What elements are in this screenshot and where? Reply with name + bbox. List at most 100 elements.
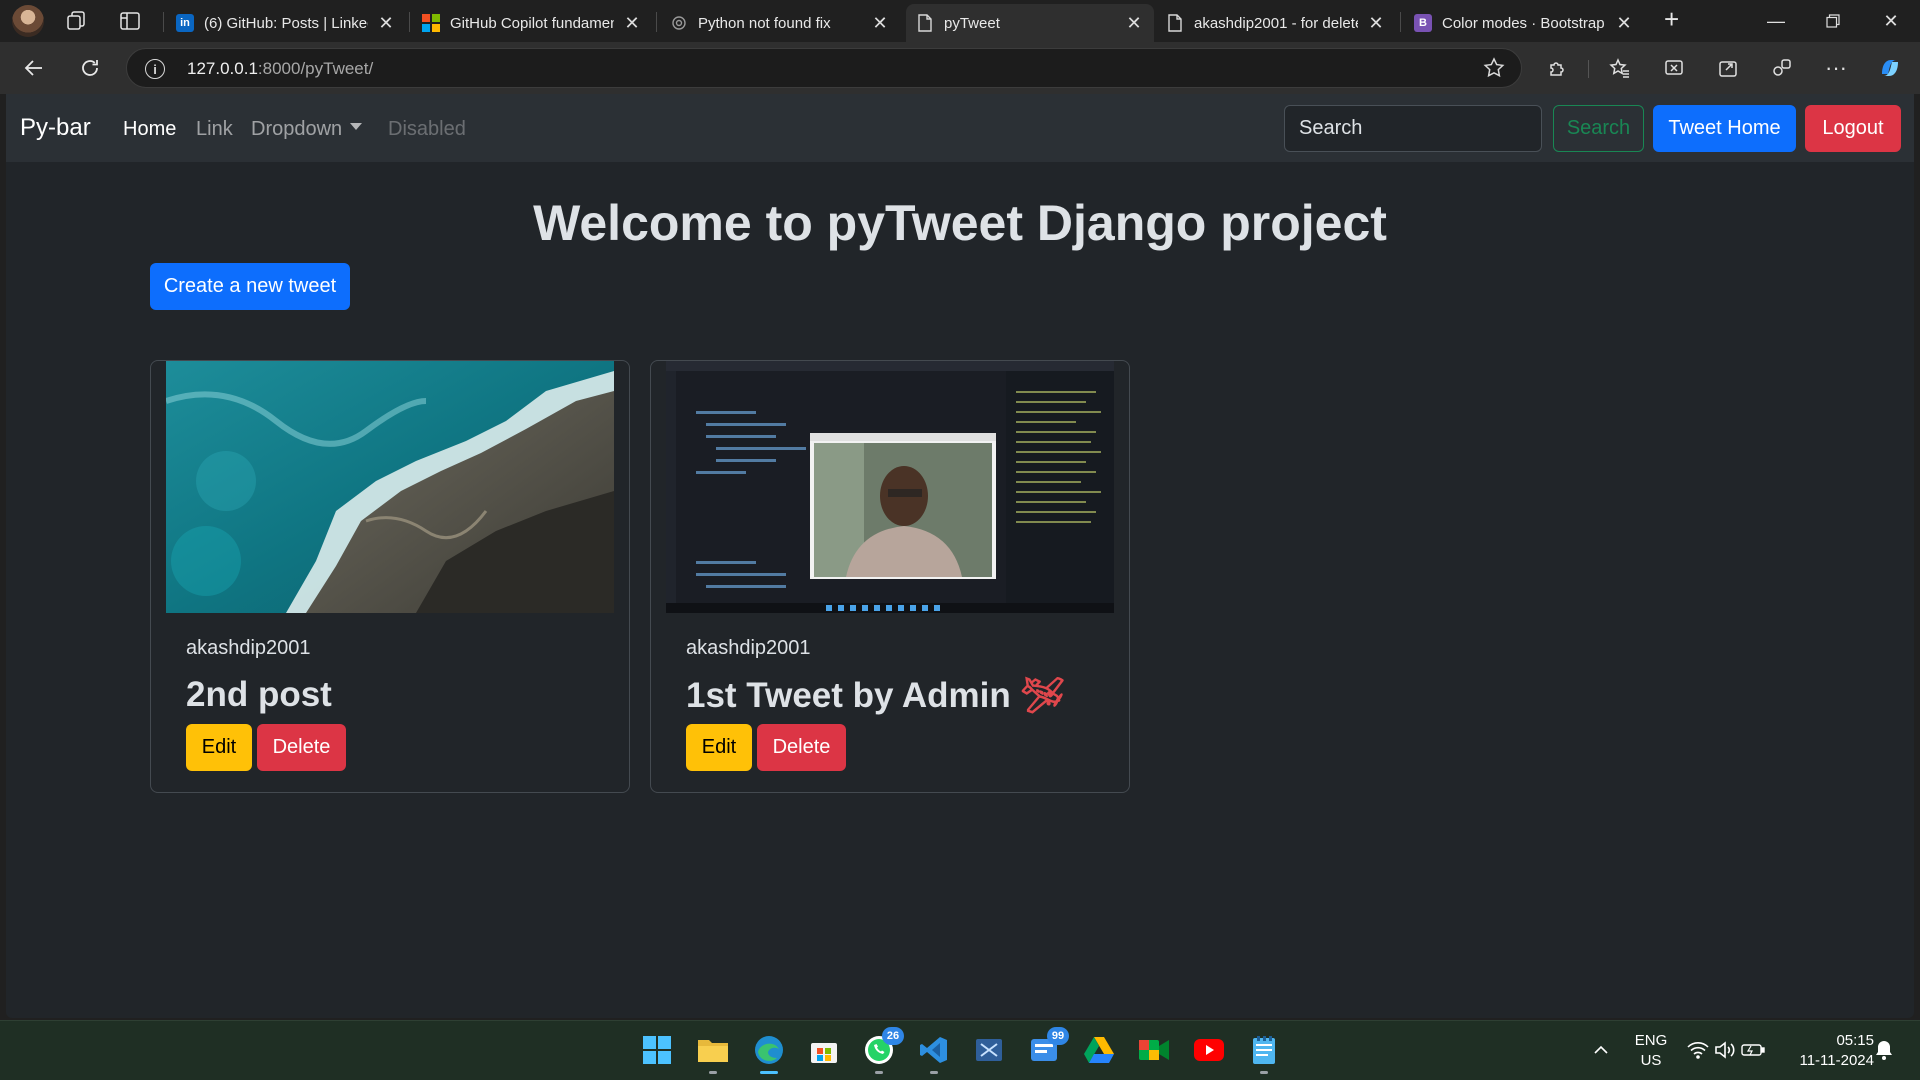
language-label: ENG xyxy=(1634,1032,1668,1049)
nav-dropdown-label: Dropdown xyxy=(251,118,343,140)
page-icon xyxy=(1166,14,1184,32)
tweet-author: akashdip2001 xyxy=(186,637,311,659)
volume-icon[interactable] xyxy=(1713,1033,1737,1067)
snipping-tool-icon[interactable] xyxy=(972,1033,1006,1067)
battery-icon[interactable] xyxy=(1740,1033,1766,1067)
share-icon[interactable] xyxy=(1714,54,1742,82)
page-title: Welcome to pyTweet Django project xyxy=(533,195,1387,251)
file-explorer-icon[interactable] xyxy=(696,1033,730,1074)
tweet-title: 1st Tweet by Admin 🛩 xyxy=(686,676,1065,715)
tab-title: pyTweet xyxy=(944,14,1000,32)
whatsapp-icon[interactable]: 26 xyxy=(862,1027,904,1074)
nav-link-link[interactable]: Link xyxy=(196,118,233,141)
tweet-image-screenshot xyxy=(666,361,1114,613)
browser-tab-bar: in (6) GitHub: Posts | LinkedI ✕ GitHub … xyxy=(0,0,1920,42)
collections-icon[interactable] xyxy=(1768,54,1796,82)
restore-icon[interactable] xyxy=(1810,6,1856,36)
chevron-up-icon[interactable] xyxy=(1586,1033,1616,1067)
tab-title: (6) GitHub: Posts | LinkedI xyxy=(204,14,368,32)
close-tab-icon[interactable]: ✕ xyxy=(1368,13,1384,34)
address-bar[interactable]: i 127.0.0.1:8000/pyTweet/ xyxy=(126,48,1522,88)
profile-avatar[interactable] xyxy=(12,5,44,37)
extensions-icon[interactable] xyxy=(1544,54,1572,82)
close-window-icon[interactable]: ✕ xyxy=(1868,6,1914,36)
language-indicator[interactable]: ENG US xyxy=(1628,1031,1674,1071)
wifi-icon[interactable] xyxy=(1686,1033,1710,1067)
google-meet-icon[interactable] xyxy=(1137,1033,1171,1067)
youtube-icon[interactable] xyxy=(1192,1033,1226,1067)
vertical-tabs-icon[interactable] xyxy=(118,9,142,33)
site-info-icon[interactable]: i xyxy=(145,59,165,79)
page-viewport: Py-bar Home Link Dropdown Disabled Searc… xyxy=(6,94,1914,1018)
google-drive-icon[interactable] xyxy=(1082,1033,1116,1067)
copilot-icon[interactable] xyxy=(1876,54,1904,82)
tweet-card: akashdip2001 2nd post Edit Delete xyxy=(150,360,630,793)
search-button[interactable]: Search xyxy=(1553,105,1644,152)
tweet-author: akashdip2001 xyxy=(686,637,811,659)
create-tweet-button[interactable]: Create a new tweet xyxy=(150,263,350,310)
tab-github-copilot[interactable]: GitHub Copilot fundamen ✕ xyxy=(412,4,652,42)
region-label: US xyxy=(1640,1052,1662,1069)
edit-button[interactable]: Edit xyxy=(686,724,752,771)
messaging-icon[interactable]: 99 xyxy=(1027,1027,1069,1067)
tab-title: Color modes · Bootstrap v xyxy=(1442,14,1606,32)
url-text[interactable]: 127.0.0.1:8000/pyTweet/ xyxy=(187,59,373,79)
close-tab-icon[interactable]: ✕ xyxy=(1126,13,1142,34)
tweet-title: 2nd post xyxy=(186,675,332,714)
back-icon[interactable] xyxy=(18,52,50,84)
airplane-emoji-icon: 🛩 xyxy=(1020,676,1065,715)
clock-date: 11-11-2024 xyxy=(1799,1052,1874,1069)
close-tab-icon[interactable]: ✕ xyxy=(378,13,394,34)
taskbar: 26 99 ENG US 05:15 11-11-2024 xyxy=(0,1020,1920,1080)
navbar: Py-bar Home Link Dropdown Disabled Searc… xyxy=(6,94,1914,162)
nav-link-home[interactable]: Home xyxy=(123,118,176,141)
favorites-icon[interactable] xyxy=(1606,54,1634,82)
nav-link-disabled: Disabled xyxy=(388,118,466,140)
address-bar-row: i 127.0.0.1:8000/pyTweet/ ··· xyxy=(0,42,1920,94)
clock-time: 05:15 xyxy=(1836,1032,1874,1049)
delete-button[interactable]: Delete xyxy=(257,724,346,771)
tab-pytweet[interactable]: pyTweet ✕ xyxy=(906,4,1154,42)
openai-icon xyxy=(670,14,688,32)
windows-start-icon[interactable] xyxy=(640,1033,674,1067)
workspaces-icon[interactable] xyxy=(64,9,88,33)
vscode-icon[interactable] xyxy=(917,1033,951,1074)
clock[interactable]: 05:15 11-11-2024 xyxy=(1778,1031,1874,1071)
refresh-icon[interactable] xyxy=(74,52,106,84)
navbar-brand[interactable]: Py-bar xyxy=(20,114,91,142)
microsoft-store-icon[interactable] xyxy=(807,1033,841,1067)
tab-title: Python not found fix xyxy=(698,14,831,32)
linkedin-icon: in xyxy=(176,14,194,32)
tweet-home-button[interactable]: Tweet Home xyxy=(1653,105,1796,152)
notepad-icon[interactable] xyxy=(1247,1033,1281,1074)
page-icon xyxy=(916,14,934,32)
close-tab-icon[interactable]: ✕ xyxy=(872,13,888,34)
nav-dropdown[interactable]: Dropdown xyxy=(251,118,363,141)
edge-browser-icon[interactable] xyxy=(752,1033,786,1074)
search-input[interactable] xyxy=(1284,105,1542,152)
microsoft-icon xyxy=(422,14,440,32)
close-tab-icon[interactable]: ✕ xyxy=(1616,13,1632,34)
screenshot-icon[interactable] xyxy=(1660,54,1688,82)
tab-akashdip-delete[interactable]: akashdip2001 - for delete ✕ xyxy=(1156,4,1396,42)
tab-title: akashdip2001 - for delete xyxy=(1194,14,1358,32)
tweet-image-coastline xyxy=(166,361,614,613)
tab-linkedin[interactable]: in (6) GitHub: Posts | LinkedI ✕ xyxy=(166,4,406,42)
tab-title: GitHub Copilot fundamen xyxy=(450,14,614,32)
close-tab-icon[interactable]: ✕ xyxy=(624,13,640,34)
tab-bootstrap[interactable]: B Color modes · Bootstrap v ✕ xyxy=(1404,4,1644,42)
edit-button[interactable]: Edit xyxy=(186,724,252,771)
logout-button[interactable]: Logout xyxy=(1805,105,1901,152)
tab-python-fix[interactable]: Python not found fix ✕ xyxy=(660,4,900,42)
more-menu-icon[interactable]: ··· xyxy=(1822,54,1850,82)
bootstrap-icon: B xyxy=(1414,14,1432,32)
messages-badge: 99 xyxy=(1047,1027,1069,1045)
new-tab-icon[interactable]: + xyxy=(1664,4,1692,34)
minimize-icon[interactable]: — xyxy=(1753,6,1799,36)
whatsapp-badge: 26 xyxy=(882,1027,904,1045)
tweet-card: akashdip2001 1st Tweet by Admin 🛩 Edit D… xyxy=(650,360,1130,793)
favorite-star-icon[interactable] xyxy=(1483,57,1505,79)
caret-down-icon xyxy=(350,123,363,131)
delete-button[interactable]: Delete xyxy=(757,724,846,771)
notification-bell-icon[interactable] xyxy=(1870,1033,1898,1067)
